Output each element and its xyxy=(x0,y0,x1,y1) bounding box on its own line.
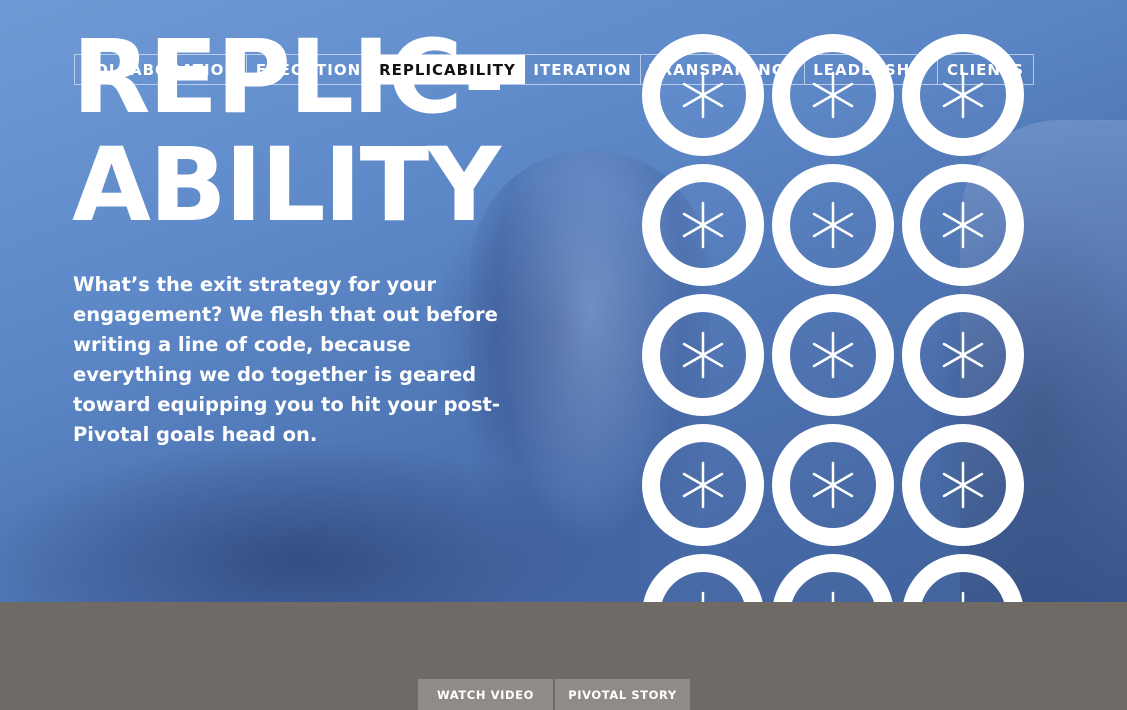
hero-description: What’s the exit strategy for your engage… xyxy=(73,273,500,446)
asterisk-icon xyxy=(642,554,764,602)
nav-tab-collaboration[interactable]: COLLABORATION xyxy=(75,55,247,84)
asterisk-icon xyxy=(772,164,894,286)
asterisk-icon xyxy=(772,424,894,546)
nav-tab-transparency[interactable]: TRANSPARENCY xyxy=(641,55,805,84)
asterisk-icon xyxy=(642,424,764,546)
asterisk-icon xyxy=(902,34,1024,156)
hero-section: REPLIC- ABILITY What’s the exit strategy… xyxy=(0,0,1127,602)
footer-actions: WATCH VIDEO PIVOTAL STORY xyxy=(418,679,690,710)
asterisk-icon xyxy=(902,164,1024,286)
asterisk-icon xyxy=(772,294,894,416)
asterisk-ring-grid xyxy=(642,34,1032,602)
nav-tab-clients[interactable]: CLIENTS xyxy=(938,55,1033,84)
pivotal-story-button[interactable]: PIVOTAL STORY xyxy=(555,679,690,710)
nav-tab-execution[interactable]: EXECUTION xyxy=(247,55,371,84)
section-nav: COLLABORATION EXECUTION REPLICABILITY IT… xyxy=(74,54,1034,85)
asterisk-icon xyxy=(772,554,894,602)
asterisk-icon xyxy=(772,34,894,156)
watch-video-button[interactable]: WATCH VIDEO xyxy=(418,679,553,710)
asterisk-icon xyxy=(642,164,764,286)
hero-title-line-2: ABILITY xyxy=(72,126,501,245)
nav-tab-leadership[interactable]: LEADERSHIP xyxy=(805,55,938,84)
nav-tab-iteration[interactable]: ITERATION xyxy=(525,55,641,84)
asterisk-icon xyxy=(902,294,1024,416)
asterisk-icon xyxy=(902,424,1024,546)
asterisk-icon xyxy=(642,294,764,416)
asterisk-icon xyxy=(902,554,1024,602)
nav-tab-replicability[interactable]: REPLICABILITY xyxy=(371,55,525,84)
asterisk-icon xyxy=(642,34,764,156)
